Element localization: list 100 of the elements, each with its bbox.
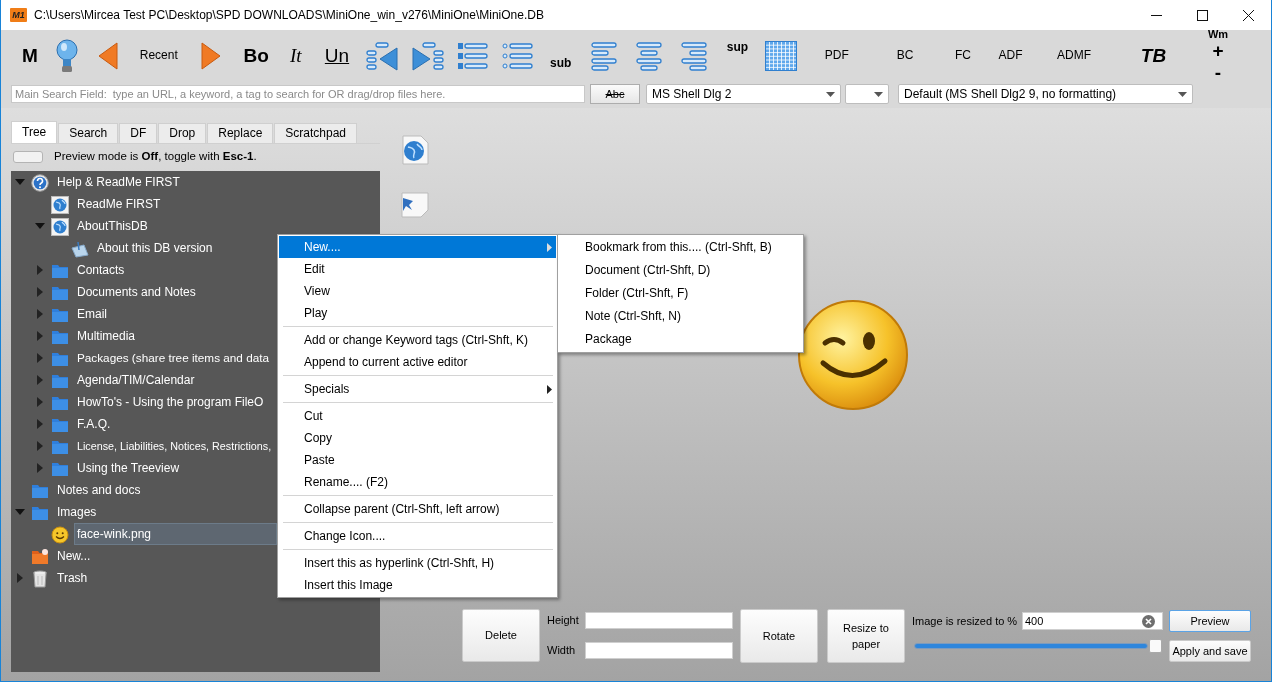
underline-button[interactable]: Un bbox=[322, 45, 352, 67]
size-dropdown[interactable] bbox=[845, 84, 889, 104]
expand-arrow-icon[interactable] bbox=[37, 397, 43, 407]
height-field[interactable] bbox=[585, 612, 733, 629]
tab[interactable]: Scratchpad bbox=[274, 123, 357, 143]
menu-item[interactable]: Collapse parent (Ctrl-Shft, left arrow) bbox=[279, 498, 556, 520]
tb-button[interactable]: TB bbox=[1138, 45, 1169, 67]
tab[interactable]: Tree bbox=[11, 121, 58, 143]
indent-icon[interactable] bbox=[411, 41, 446, 71]
menu-item[interactable]: Cut bbox=[279, 405, 556, 427]
admf-button[interactable]: ADMF bbox=[1055, 49, 1093, 63]
pdf-button[interactable]: PDF bbox=[822, 49, 851, 63]
fc-button[interactable]: FC bbox=[953, 49, 973, 63]
menu-item[interactable]: Bookmark from this.... (Ctrl-Shft, B) bbox=[559, 236, 802, 259]
expand-arrow-icon[interactable] bbox=[37, 331, 43, 341]
recent-button[interactable]: Recent bbox=[137, 49, 180, 63]
rotate-button[interactable]: Rotate bbox=[740, 609, 818, 663]
expand-arrow-icon[interactable] bbox=[37, 309, 43, 319]
tree-item[interactable]: Trash bbox=[54, 567, 93, 589]
clear-format-button[interactable]: Abc bbox=[590, 84, 640, 104]
menu-item[interactable]: Append to current active editor bbox=[279, 351, 556, 373]
search-field[interactable]: Main Search Field: type an URL, a keyword, a tag to search for OR drag/drop files here. bbox=[11, 85, 585, 103]
close-icon[interactable] bbox=[1242, 9, 1254, 21]
back-arrow-icon[interactable] bbox=[98, 42, 119, 70]
subscript-button[interactable]: sub bbox=[548, 57, 574, 71]
menu-item[interactable]: Edit bbox=[279, 258, 556, 280]
tree-item[interactable]: About this DB version bbox=[94, 237, 218, 259]
tree-item[interactable]: HowTo's - Using the program FileO bbox=[74, 391, 269, 413]
style-dropdown[interactable]: Default (MS Shell Dlg2 9, no formatting) bbox=[898, 84, 1193, 104]
m-button[interactable]: M bbox=[20, 45, 40, 67]
expand-arrow-icon[interactable] bbox=[37, 463, 43, 473]
menu-item[interactable]: Paste bbox=[279, 449, 556, 471]
menu-item[interactable]: Specials bbox=[279, 378, 556, 400]
expand-arrow-icon[interactable] bbox=[37, 287, 43, 297]
resize-percent-field[interactable]: 400 bbox=[1022, 612, 1163, 630]
expand-arrow-icon[interactable] bbox=[37, 265, 43, 275]
align-right-icon[interactable] bbox=[680, 41, 707, 71]
font-dropdown[interactable]: MS Shell Dlg 2 bbox=[646, 84, 841, 104]
slider-track[interactable] bbox=[914, 643, 1148, 649]
superscript-button[interactable]: sup bbox=[724, 41, 751, 55]
expand-arrow-icon[interactable] bbox=[37, 353, 43, 363]
tree-item[interactable]: Documents and Notes bbox=[74, 281, 201, 303]
menu-item[interactable]: Play bbox=[279, 302, 556, 324]
menu-item[interactable]: Insert this Image bbox=[279, 574, 556, 596]
expand-arrow-icon[interactable] bbox=[37, 441, 43, 451]
menu-item[interactable]: Document (Ctrl-Shft, D) bbox=[559, 259, 802, 282]
expand-arrow-icon[interactable] bbox=[37, 375, 43, 385]
bullet-list-icon[interactable] bbox=[501, 41, 534, 71]
tree-item[interactable]: face-wink.png bbox=[74, 523, 277, 545]
apply-and-save-button[interactable]: Apply and save bbox=[1169, 640, 1251, 662]
forward-arrow-icon[interactable] bbox=[201, 42, 222, 70]
expand-arrow-icon[interactable] bbox=[37, 419, 43, 429]
slider-thumb[interactable] bbox=[1149, 639, 1162, 653]
menu-item[interactable]: Change Icon.... bbox=[279, 525, 556, 547]
zoom-in-button[interactable]: + bbox=[1212, 40, 1224, 63]
numbered-list-icon[interactable] bbox=[457, 41, 489, 71]
collapse-arrow-icon[interactable] bbox=[15, 179, 25, 185]
bulb-icon[interactable] bbox=[55, 39, 80, 73]
table-icon[interactable] bbox=[765, 41, 798, 71]
align-left-icon[interactable] bbox=[591, 41, 617, 71]
menu-item[interactable]: Copy bbox=[279, 427, 556, 449]
tree-item[interactable]: Help & ReadMe FIRST bbox=[54, 171, 185, 193]
tree-item[interactable]: Email bbox=[74, 303, 112, 325]
resize-to-paper-button[interactable]: Resize to paper bbox=[827, 609, 905, 663]
preview-toggle[interactable] bbox=[13, 151, 43, 163]
tree-item[interactable]: Agenda/TIM/Calendar bbox=[74, 369, 200, 391]
tree-item[interactable]: Notes and docs bbox=[54, 479, 146, 501]
tree-item[interactable]: Images bbox=[54, 501, 102, 523]
delete-button[interactable]: Delete bbox=[462, 609, 540, 662]
adf-button[interactable]: ADF bbox=[996, 49, 1025, 63]
tab[interactable]: Replace bbox=[207, 123, 274, 143]
bc-button[interactable]: BC bbox=[894, 49, 916, 63]
tab[interactable]: DF bbox=[119, 123, 158, 143]
tree-item[interactable]: License, Liabilities, Notices, Restrictions, bbox=[74, 435, 277, 457]
clear-icon[interactable] bbox=[1142, 615, 1155, 628]
align-center-icon[interactable] bbox=[635, 41, 662, 71]
menu-item[interactable]: Folder (Ctrl-Shft, F) bbox=[559, 282, 802, 305]
tab[interactable]: Search bbox=[58, 123, 119, 143]
menu-item[interactable]: View bbox=[279, 280, 556, 302]
menu-item[interactable]: New.... bbox=[279, 236, 556, 258]
maximize-icon[interactable] bbox=[1196, 9, 1208, 21]
tree-item[interactable]: Multimedia bbox=[74, 325, 141, 347]
bold-button[interactable]: Bo bbox=[241, 45, 271, 67]
outdent-icon[interactable] bbox=[365, 41, 400, 71]
menu-item[interactable]: Add or change Keyword tags (Ctrl-Shft, K) bbox=[279, 329, 556, 351]
collapse-arrow-icon[interactable] bbox=[35, 223, 45, 229]
tree-item[interactable]: AboutThisDB bbox=[74, 215, 153, 237]
tree-item[interactable]: New... bbox=[54, 545, 96, 567]
tree-item[interactable]: Contacts bbox=[74, 259, 130, 281]
tree-item[interactable]: Packages (share tree items and data bbox=[74, 347, 275, 369]
menu-item[interactable]: Insert this as hyperlink (Ctrl-Shft, H) bbox=[279, 552, 556, 574]
menu-item[interactable]: Rename.... (F2) bbox=[279, 471, 556, 493]
tree-item[interactable]: F.A.Q. bbox=[74, 413, 116, 435]
zoom-out-button[interactable]: - bbox=[1214, 62, 1222, 85]
tree-item[interactable]: Using the Treeview bbox=[74, 457, 185, 479]
collapse-arrow-icon[interactable] bbox=[15, 509, 25, 515]
width-field[interactable] bbox=[585, 642, 733, 659]
font-size-button[interactable]: Wm bbox=[1207, 27, 1229, 41]
preview-button[interactable]: Preview bbox=[1169, 610, 1251, 632]
italic-button[interactable]: It bbox=[287, 45, 304, 67]
